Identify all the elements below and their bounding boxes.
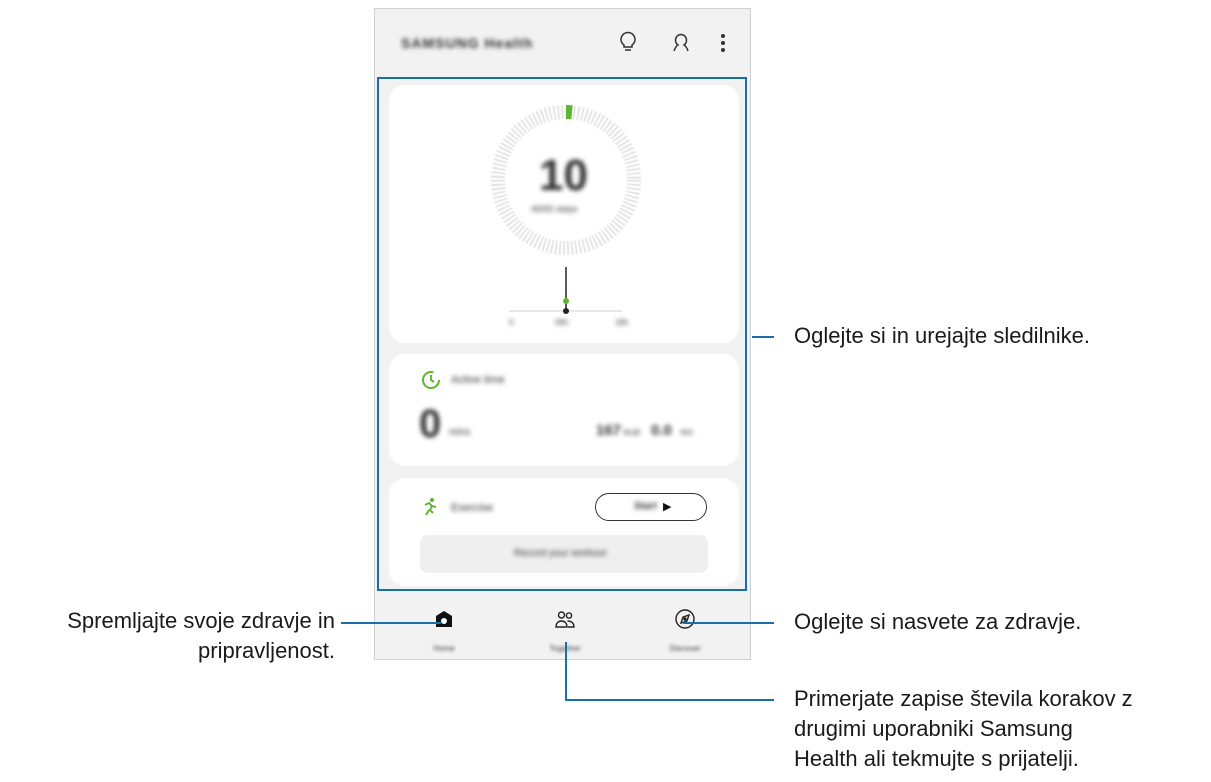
lightbulb-icon[interactable] [616, 31, 640, 55]
callout-health-line2: pripravljenost. [198, 638, 335, 663]
home-icon [433, 608, 455, 630]
more-options-icon[interactable] [711, 31, 735, 55]
app-title: SAMSUNG Health [401, 35, 534, 51]
callout-line-compare-vertical [565, 642, 567, 701]
app-header: SAMSUNG Health [375, 9, 750, 79]
callout-compare-line3: Health ali tekmujte s prijatelji. [794, 746, 1079, 771]
nav-home-label: Home [433, 644, 455, 653]
callout-tips: Oglejte si nasvete za zdravje. [794, 609, 1082, 634]
nav-discover[interactable]: Discover [625, 600, 745, 660]
callout-line-tips [683, 622, 774, 624]
callout-health-line1: Spremljajte svoje zdravje in [67, 608, 335, 633]
callout-trackers: Oglejte si in urejajte sledilnike. [794, 323, 1090, 348]
callout-compare-line1: Primerjate zapise števila korakov z [794, 686, 1133, 711]
callout-compare-line2: drugimi uporabniki Samsung [794, 716, 1073, 741]
person-icon[interactable] [669, 31, 693, 55]
callout-compare: Primerjate zapise števila korakov z drug… [794, 684, 1133, 774]
people-icon [554, 608, 576, 630]
callout-line-trackers [752, 336, 774, 338]
nav-home[interactable]: Home [384, 600, 504, 660]
callout-health: Spremljajte svoje zdravje in pripravljen… [10, 606, 335, 666]
callout-line-compare-horizontal [565, 699, 774, 701]
compass-icon [674, 608, 696, 630]
callout-line-health [341, 622, 441, 624]
trackers-highlight [377, 77, 747, 591]
nav-discover-label: Discover [669, 644, 701, 653]
